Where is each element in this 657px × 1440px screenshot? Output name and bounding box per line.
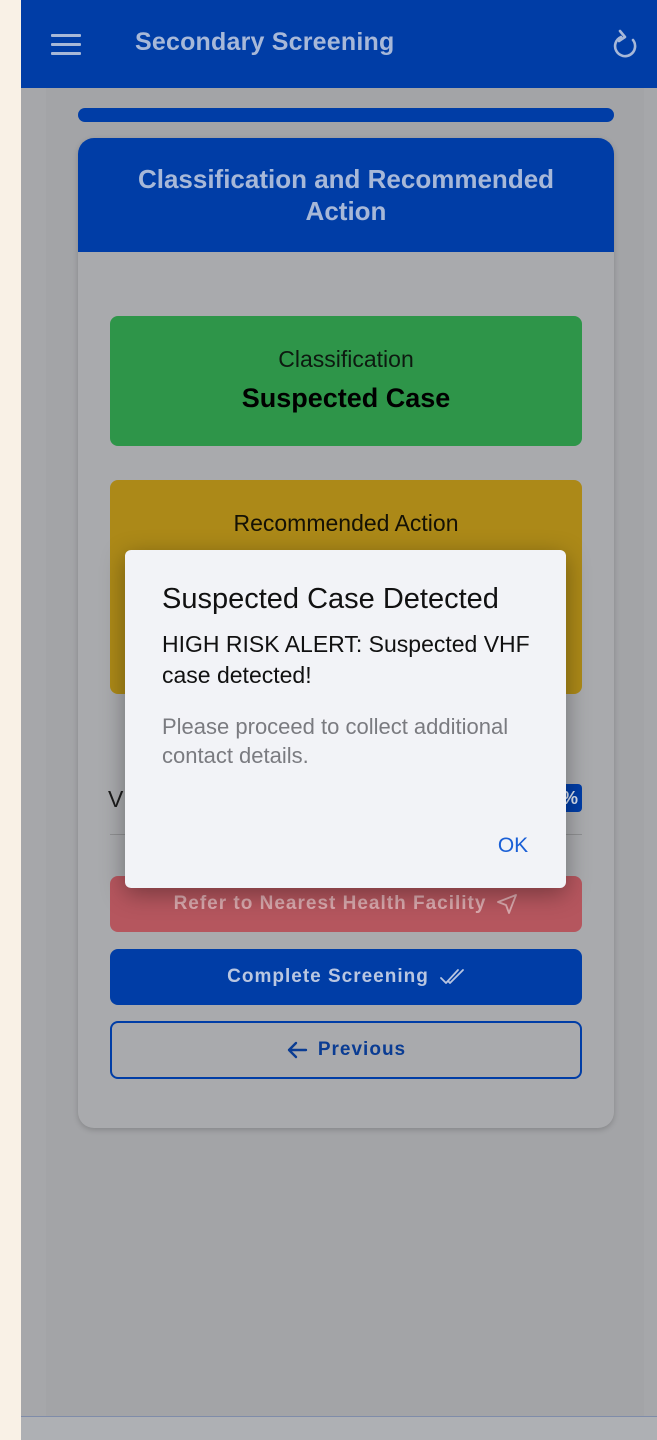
recommended-action-label: Recommended Action [233, 510, 459, 536]
bottom-strip [21, 1416, 657, 1440]
previous-button-label: Previous [317, 1039, 407, 1060]
arrow-left-icon [286, 1040, 308, 1060]
refresh-icon[interactable] [609, 28, 641, 62]
partial-field-label: V [108, 786, 124, 812]
refer-button-label: Refer to Nearest Health Facility [173, 893, 487, 914]
dialog-alert-text: HIGH RISK ALERT: Suspected VHF case dete… [162, 631, 530, 688]
card-header: Classification and Recommended Action [78, 138, 614, 252]
previous-button[interactable]: Previous [110, 1021, 582, 1079]
hamburger-menu-icon[interactable] [51, 34, 81, 56]
classification-value: Suspected Case [241, 383, 451, 413]
dialog-title: Suspected Case Detected [162, 583, 499, 615]
classification-label: Classification [278, 346, 414, 372]
navigation-arrow-icon [496, 893, 518, 915]
double-check-icon [439, 967, 465, 987]
complete-button-label: Complete Screening [227, 966, 429, 987]
alert-dialog: Suspected Case Detected HIGH RISK ALERT:… [125, 550, 566, 888]
dialog-message: Please proceed to collect additional con… [162, 714, 509, 768]
classification-box: Classification Suspected Case [110, 316, 582, 446]
dialog-ok-button[interactable]: OK [485, 830, 541, 862]
step-progress-bar [78, 108, 614, 122]
app-title: Secondary Screening [135, 28, 395, 56]
app-bar: Secondary Screening [21, 0, 657, 88]
complete-screening-button[interactable]: Complete Screening [110, 949, 582, 1005]
